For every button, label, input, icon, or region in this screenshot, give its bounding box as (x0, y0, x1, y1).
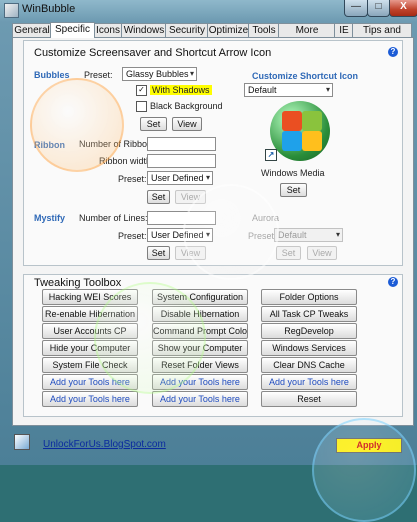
ribbon-preset-label: Preset: (118, 174, 147, 184)
shortcut-icon-select[interactable]: Default (244, 83, 333, 97)
title-bar: WinBubble — □ X (0, 0, 417, 20)
bubbles-preset-select[interactable]: Glassy Bubbles (122, 67, 197, 81)
windows-services-button[interactable]: Windows Services (261, 340, 357, 356)
bubbles-label: Bubbles (34, 70, 70, 80)
tab-specific[interactable]: Specific (50, 22, 95, 38)
help-icon[interactable]: ? (388, 47, 398, 57)
add-tools-button-1[interactable]: Add your Tools here (42, 374, 138, 390)
bubbles-set-button[interactable]: Set (140, 117, 167, 131)
winbubble-window: WinBubble — □ X General Specific Icons W… (0, 0, 417, 522)
system-configuration-button[interactable]: System Configuration (152, 289, 248, 305)
toolbox-title: Tweaking Toolbox (34, 277, 122, 289)
shortcut-set-button[interactable]: Set (280, 183, 307, 197)
mystify-preset-label: Preset: (118, 231, 147, 241)
screensaver-group: Customize Screensaver and Shortcut Arrow… (23, 40, 403, 266)
toolbox-help-icon[interactable]: ? (388, 277, 398, 287)
user-accounts-cp-button[interactable]: User Accounts CP (42, 323, 138, 339)
hide-your-computer-button[interactable]: Hide your Computer (42, 340, 138, 356)
tab-tips-and-tricks[interactable]: Tips and Tricks (352, 23, 412, 49)
reset-folder-views-button[interactable]: Reset Folder Views (152, 357, 248, 373)
windows-media-logo-icon (270, 101, 330, 161)
maximize-button[interactable]: □ (367, 0, 390, 17)
command-prompt-color-button[interactable]: Command Prompt Color (152, 323, 248, 339)
mystify-set-button[interactable]: Set (147, 246, 170, 260)
group-title: Customize Screensaver and Shortcut Arrow… (34, 47, 272, 59)
close-button[interactable]: X (389, 0, 417, 17)
app-icon (4, 3, 19, 18)
regdevelop-button[interactable]: RegDevelop (261, 323, 357, 339)
clear-dns-cache-button[interactable]: Clear DNS Cache (261, 357, 357, 373)
mystify-label: Mystify (34, 213, 66, 223)
number-of-ribbons-input[interactable] (147, 137, 216, 151)
tab-more-policies[interactable]: More Policies (278, 23, 336, 49)
with-shadows-label: With Shadows (150, 85, 212, 95)
aurora-view-button[interactable]: View (307, 246, 337, 260)
ribbon-set-button[interactable]: Set (147, 190, 170, 204)
black-background-checkbox[interactable] (136, 101, 147, 112)
tweaking-toolbox-group: Tweaking Toolbox ? Hacking WEI Scores Sy… (23, 274, 403, 417)
show-your-computer-button[interactable]: Show your Computer (152, 340, 248, 356)
aurora-preset-label: Preset: (248, 231, 277, 241)
tab-icons[interactable]: Icons (93, 23, 123, 37)
black-background-label: Black Background (150, 101, 223, 111)
footer-app-icon (14, 434, 30, 450)
ribbon-view-button[interactable]: View (175, 190, 206, 204)
decorative-bubble (312, 418, 416, 522)
ribbon-width-input[interactable] (147, 154, 216, 168)
tab-strip: General Specific Icons Windows 7 Securit… (12, 22, 412, 49)
footer-link[interactable]: UnlockForUs.BlogSpot.com (43, 439, 166, 450)
apply-button[interactable]: Apply (336, 438, 402, 453)
folder-options-button[interactable]: Folder Options (261, 289, 357, 305)
system-file-check-button[interactable]: System File Check (42, 357, 138, 373)
re-enable-hibernation-button[interactable]: Re-enable Hibernation (42, 306, 138, 322)
shortcut-arrow-icon: ↗ (265, 149, 277, 161)
aurora-set-button[interactable]: Set (276, 246, 301, 260)
add-tools-button-2[interactable]: Add your Tools here (152, 374, 248, 390)
add-tools-button-4[interactable]: Add your Tools here (42, 391, 138, 407)
aurora-preset-select[interactable]: Default (274, 228, 343, 242)
ribbon-width-label: Ribbon width: (99, 156, 154, 166)
tab-general[interactable]: General (12, 23, 52, 37)
hacking-wei-scores-button[interactable]: Hacking WEI Scores (42, 289, 138, 305)
specific-panel: Customize Screensaver and Shortcut Arrow… (12, 37, 414, 426)
ribbon-preset-select[interactable]: User Defined (147, 171, 213, 185)
bubbles-preset-label: Preset: (84, 70, 113, 80)
window-title: WinBubble (22, 3, 76, 15)
mystify-view-button[interactable]: View (175, 246, 206, 260)
tab-ie[interactable]: IE (334, 23, 354, 37)
shortcut-icon-title: Customize Shortcut Icon (252, 71, 359, 81)
add-tools-button-5[interactable]: Add your Tools here (152, 391, 248, 407)
number-of-lines-label: Number of Lines: (79, 213, 148, 223)
ribbon-label: Ribbon (34, 140, 65, 150)
all-task-cp-tweaks-button[interactable]: All Task CP Tweaks (261, 306, 357, 322)
tab-security[interactable]: Security (165, 23, 209, 37)
bubbles-view-button[interactable]: View (172, 117, 202, 131)
mystify-preset-select[interactable]: User Defined (147, 228, 213, 242)
number-of-lines-input[interactable] (147, 211, 216, 225)
with-shadows-checkbox[interactable]: ✓ (136, 85, 147, 96)
tab-optimize[interactable]: Optimize (207, 23, 250, 37)
disable-hibernation-button[interactable]: Disable Hibernation (152, 306, 248, 322)
minimize-button[interactable]: — (344, 0, 368, 17)
tab-tools[interactable]: Tools (248, 23, 280, 37)
add-tools-button-3[interactable]: Add your Tools here (261, 374, 357, 390)
tab-windows-7[interactable]: Windows 7 (121, 23, 167, 49)
aurora-label: Aurora (252, 213, 280, 223)
windows-media-label: Windows Media (261, 168, 325, 178)
reset-button[interactable]: Reset (261, 391, 357, 407)
